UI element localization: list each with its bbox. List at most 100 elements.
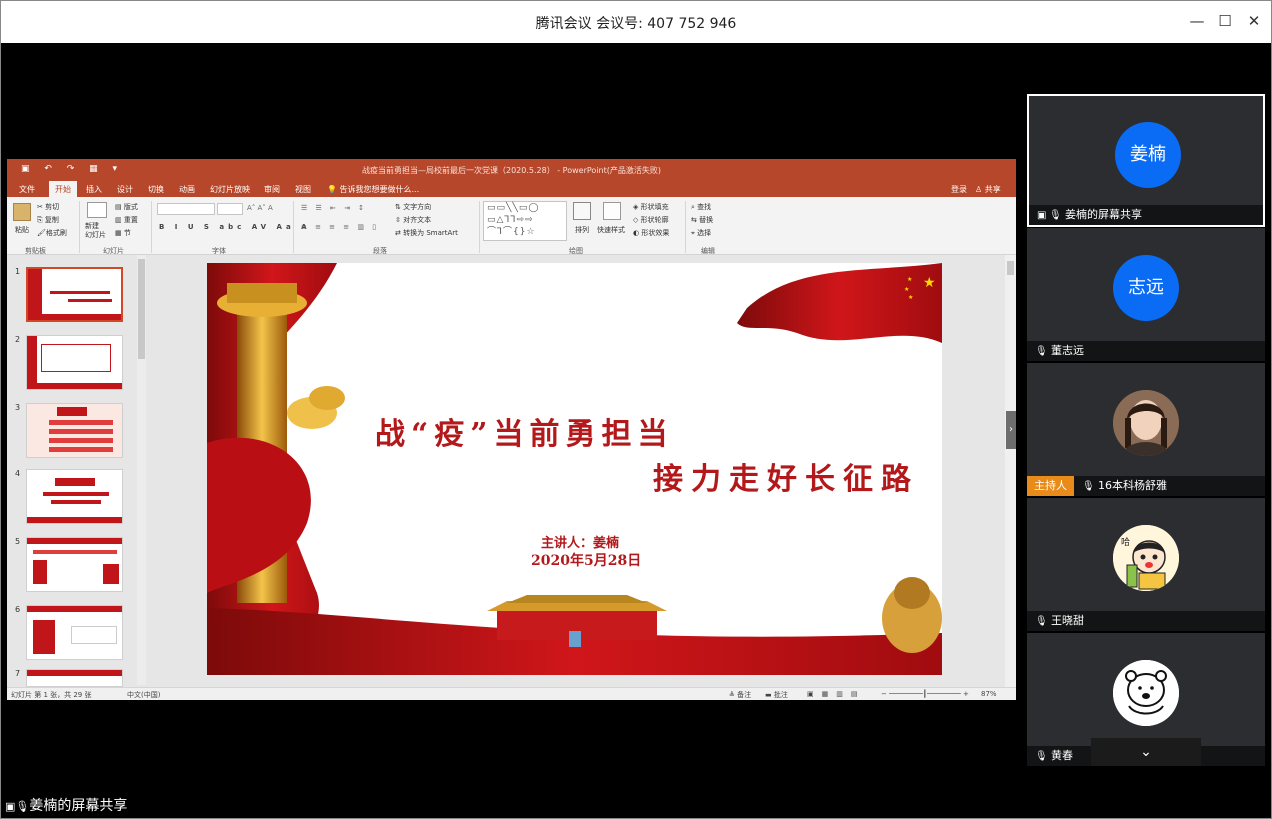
tab-review[interactable]: 审阅 [264, 184, 280, 195]
paste-button[interactable]: 粘贴 [15, 225, 29, 235]
smartart-icon: ⇄ [395, 229, 404, 237]
share-button[interactable]: ♙ 共享 [975, 184, 1001, 195]
red-flag [737, 263, 942, 343]
arrange-button[interactable]: 排列 [575, 225, 589, 235]
participant-name: 姜楠的屏幕共享 [1065, 208, 1142, 221]
tab-transitions[interactable]: 切换 [148, 184, 164, 195]
tab-file[interactable]: 文件 [19, 184, 35, 195]
slide-thumbnail[interactable] [26, 605, 123, 660]
slide-thumbnail[interactable] [26, 537, 123, 592]
select-button[interactable]: ⌖ 选择 [691, 228, 711, 238]
slide-thumbnail[interactable] [26, 669, 123, 687]
slide-title-line2: 接力走好长征路 [653, 462, 919, 497]
font-grow-shrink-icons[interactable]: A˄ A˅ A [247, 204, 273, 212]
arrange-icon[interactable] [573, 202, 591, 220]
tab-slideshow[interactable]: 幻灯片放映 [210, 184, 250, 195]
list-buttons[interactable]: ☰ ☰ ⇤ ⇥ ↕ [301, 204, 367, 212]
cut-button[interactable]: ✂ 剪切 [37, 202, 59, 212]
login-link[interactable]: 登录 [951, 184, 967, 195]
shape-outline-button[interactable]: ◇ 形状轮廓 [633, 215, 669, 225]
stone-lion-head [894, 577, 930, 609]
zoom-slider[interactable]: − ────────┃──────── + [881, 690, 969, 698]
minimize-button[interactable]: — [1187, 11, 1207, 31]
participant-tile[interactable]: 姜楠 ▣ 🎙 姜楠的屏幕共享 [1027, 94, 1265, 227]
tell-me-search[interactable]: 💡 告诉我您想要做什么... [327, 184, 419, 195]
quick-styles-icon[interactable] [603, 202, 621, 220]
maximize-button[interactable]: ☐ [1215, 11, 1235, 31]
notes-button[interactable]: ≜ 备注 [729, 690, 751, 700]
paste-icon[interactable] [13, 203, 31, 221]
new-slide-button[interactable]: 新建 幻灯片 [85, 222, 106, 240]
participant-name-bar: 🎙 王晓甜 [1027, 611, 1265, 631]
ribbon-separator [151, 201, 152, 253]
slide-number: 5 [15, 537, 21, 546]
font-style-buttons[interactable]: B I U S abc AV Aa A [159, 223, 311, 231]
person-icon: ♙ [975, 185, 983, 194]
slide-number: 6 [15, 605, 21, 614]
thumb-item [33, 560, 47, 584]
tab-view[interactable]: 视图 [295, 184, 311, 195]
slide-scrollbar[interactable] [1005, 255, 1016, 687]
ppt-ribbon-tabs: 文件 开始 插入 设计 切换 动画 幻灯片放映 审阅 视图 💡 告诉我您想要做什… [7, 181, 1016, 197]
layout-button[interactable]: ▤ 版式 [115, 202, 138, 212]
main-slide[interactable]: ★ ★ ★ ★ 战“疫”当前勇担当 接力走好长征路 主讲人：姜楠 2020年5月… [207, 263, 942, 675]
avatar-photo [1113, 390, 1179, 456]
participant-tile[interactable]: 志远 🎙 董志远 [1027, 228, 1265, 361]
slide-number: 1 [15, 267, 21, 276]
view-buttons[interactable]: ▣▦▥▤ [807, 690, 865, 698]
svg-text:哈: 哈 [1121, 536, 1130, 548]
tab-home[interactable]: 开始 [49, 181, 77, 197]
thumbnail-scrollbar[interactable] [137, 255, 146, 685]
thumb-item [49, 447, 113, 452]
participant-name: 董志远 [1051, 344, 1084, 357]
thumb-text-box [71, 626, 117, 644]
comments-button[interactable]: ▬ 批注 [765, 690, 788, 700]
slide-presenter: 主讲人：姜楠 [541, 536, 620, 551]
slide-date: 2020年5月28日 [531, 553, 642, 569]
font-size-select[interactable] [217, 203, 243, 215]
replace-icon: ⇆ [691, 216, 700, 224]
host-badge: 主持人 [1027, 476, 1074, 496]
shape-effects-button[interactable]: ◐ 形状效果 [633, 228, 669, 238]
smartart-button[interactable]: ⇄ 转换为 SmartArt [395, 228, 458, 238]
tab-insert[interactable]: 插入 [86, 184, 102, 195]
font-name-select[interactable] [157, 203, 215, 215]
slide-thumbnail[interactable] [26, 267, 123, 322]
quick-styles-button[interactable]: 快速样式 [597, 225, 625, 235]
section-button[interactable]: ▦ 节 [115, 228, 131, 238]
scrollbar-thumb[interactable] [138, 259, 145, 359]
align-text-button[interactable]: ⇳ 对齐文本 [395, 215, 431, 225]
expand-participants-button[interactable]: ⌄ [1091, 738, 1201, 766]
text-direction-button[interactable]: ⇅ 文字方向 [395, 202, 431, 212]
reset-button[interactable]: ▥ 重置 [115, 215, 138, 225]
participant-tile[interactable]: 主持人 🎙 16本科杨舒雅 [1027, 363, 1265, 496]
slide-thumbnail[interactable] [26, 335, 123, 390]
drawing-group-label: 绘图 [569, 247, 583, 255]
ribbon-separator [479, 201, 480, 253]
replace-button[interactable]: ⇆ 替换 [691, 215, 713, 225]
slide-number: 7 [15, 669, 21, 678]
shapes-gallery[interactable]: ▭▭╲╲▭◯ ▭△⅂⅂⇨⇨ ⌒⅂⌒{}☆ [483, 201, 567, 241]
flag-star: ★ [923, 275, 936, 291]
format-painter-button[interactable]: 🖌格式刷 [37, 228, 67, 238]
new-slide-icon[interactable] [87, 202, 107, 218]
ribbon-separator [293, 201, 294, 253]
slide-number: 4 [15, 469, 21, 478]
thumb-header [27, 670, 122, 676]
tab-design[interactable]: 设计 [117, 184, 133, 195]
participant-tile[interactable]: 哈 🎙 王晓甜 [1027, 498, 1265, 631]
tab-animations[interactable]: 动画 [179, 184, 195, 195]
scrollbar-thumb[interactable] [1007, 261, 1014, 275]
shape-fill-button[interactable]: ◈ 形状填充 [633, 202, 669, 212]
find-button[interactable]: ⌕ 查找 [691, 202, 711, 212]
slide-number: 2 [15, 335, 21, 344]
panel-collapse-arrow[interactable]: › [1006, 411, 1016, 449]
section-icon: ▦ [115, 229, 124, 237]
chevron-down-icon: ⌄ [1140, 744, 1152, 760]
slide-thumbnail[interactable] [26, 403, 123, 458]
align-buttons[interactable]: ≡ ≡ ≡ ≡ ▥ ▯ [301, 223, 379, 231]
close-button[interactable]: ✕ [1244, 11, 1264, 31]
copy-button[interactable]: ⎘ 复制 [37, 215, 59, 225]
thumb-item [49, 438, 113, 443]
slide-thumbnail[interactable] [26, 469, 123, 524]
